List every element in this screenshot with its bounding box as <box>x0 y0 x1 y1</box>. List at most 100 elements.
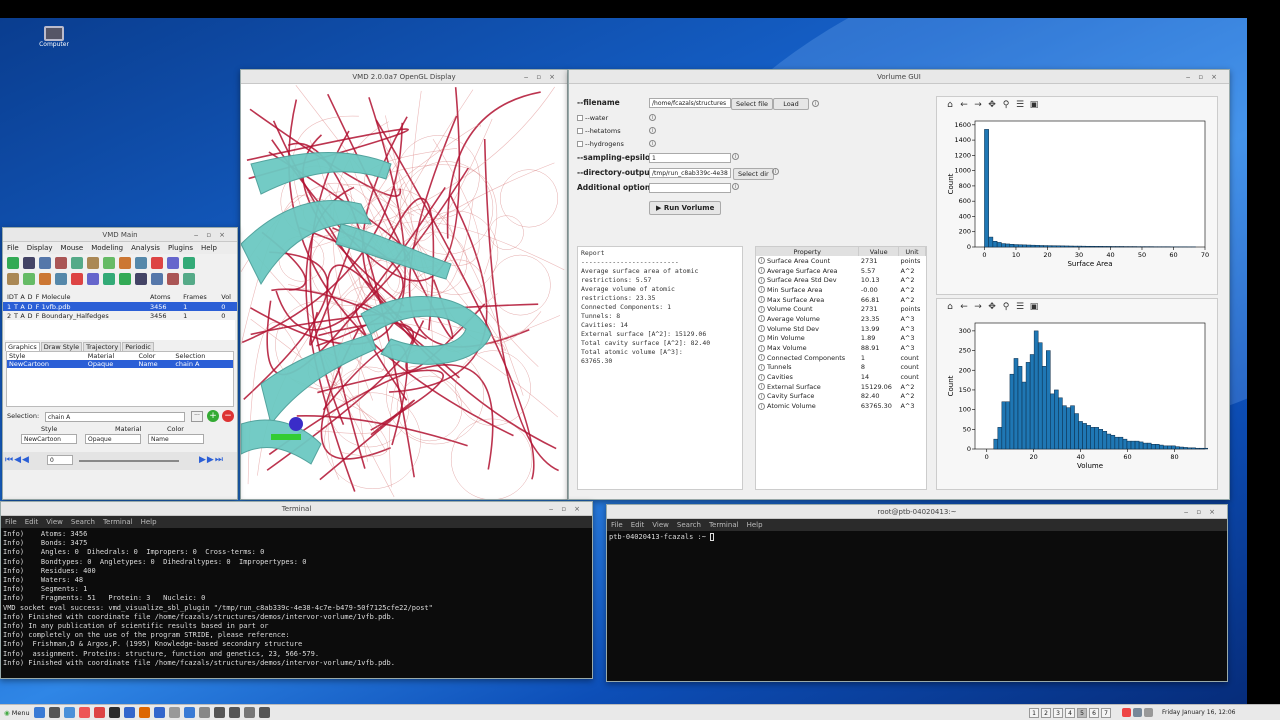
rep-row[interactable]: NewCartoon Opaque Name chain A <box>7 360 233 368</box>
tool-icon[interactable] <box>119 273 131 285</box>
info-icon[interactable]: i <box>758 363 765 371</box>
menu-item[interactable]: Search <box>71 518 95 526</box>
tool-icon[interactable] <box>23 257 35 269</box>
menu-item[interactable]: Search <box>677 521 701 529</box>
info-icon[interactable]: i <box>649 114 656 121</box>
app-launcher-icon[interactable] <box>258 707 270 718</box>
tool-icon[interactable] <box>39 257 51 269</box>
delete-rep-icon[interactable]: − <box>222 410 234 422</box>
play-icons[interactable]: ▶▶⏭ <box>199 455 224 465</box>
run-vorlume-button[interactable]: ▶ Run Vorlume <box>649 201 722 215</box>
window-controls[interactable]: ‒▫× <box>1184 505 1223 519</box>
info-icon[interactable]: i <box>758 354 765 362</box>
menu-item[interactable]: File <box>5 518 17 526</box>
tool-icon[interactable] <box>103 273 115 285</box>
select-dir-button[interactable]: Select dir <box>733 168 774 180</box>
info-icon[interactable]: i <box>758 267 765 275</box>
info-icon[interactable]: i <box>758 325 765 333</box>
menu-item[interactable]: Plugins <box>168 244 193 252</box>
info-icon[interactable]: i <box>649 127 656 134</box>
app-launcher-icon[interactable] <box>48 707 60 718</box>
tool-icon[interactable] <box>151 273 163 285</box>
app-launcher-icon[interactable] <box>138 707 150 718</box>
property-row[interactable]: i Volume Std Dev 13.99 A^3 <box>756 324 926 334</box>
configure-icon[interactable]: ☰ <box>1013 100 1027 110</box>
property-row[interactable]: i Average Volume 23.35 A^3 <box>756 314 926 324</box>
tab[interactable]: Periodic <box>122 342 154 351</box>
add-rep-icon[interactable]: + <box>207 410 219 422</box>
app-launcher-icon[interactable] <box>93 707 105 718</box>
home-icon[interactable]: ⌂ <box>943 302 957 312</box>
tool-icon[interactable] <box>167 257 179 269</box>
workspace-button[interactable]: 1 <box>1029 708 1039 718</box>
info-icon[interactable]: i <box>758 276 765 284</box>
pan-icon[interactable]: ✥ <box>985 100 999 110</box>
menu-item[interactable]: File <box>611 521 623 529</box>
property-row[interactable]: i Connected Components 1 count <box>756 353 926 363</box>
home-icon[interactable]: ⌂ <box>943 100 957 110</box>
app-launcher-icon[interactable] <box>198 707 210 718</box>
app-launcher-icon[interactable] <box>123 707 135 718</box>
property-row[interactable]: i Volume Count 2731 points <box>756 304 926 314</box>
directory-output-input[interactable]: /tmp/run_c8ab339c-4e38 <box>649 168 731 178</box>
tool-icon[interactable] <box>183 257 195 269</box>
forward-icon[interactable]: → <box>971 302 985 312</box>
menu-item[interactable]: Display <box>27 244 53 252</box>
workspace-button[interactable]: 5 <box>1077 708 1087 718</box>
property-header[interactable]: Property <box>756 247 860 256</box>
app-launcher-icon[interactable] <box>33 707 45 718</box>
window-controls[interactable]: ‒▫× <box>194 228 233 242</box>
app-launcher-icon[interactable] <box>183 707 195 718</box>
clock[interactable]: Friday January 16, 12:06 <box>1162 709 1236 716</box>
property-row[interactable]: i Surface Area Count 2731 points <box>756 256 926 266</box>
workspace-button[interactable]: 7 <box>1101 708 1111 718</box>
tool-icon[interactable] <box>7 257 19 269</box>
tool-icon[interactable] <box>119 257 131 269</box>
workspace-button[interactable]: 4 <box>1065 708 1075 718</box>
info-icon[interactable]: i <box>732 183 739 190</box>
zoom-icon[interactable]: ⚲ <box>999 302 1013 312</box>
tool-icon[interactable] <box>7 273 19 285</box>
molecule-canvas[interactable] <box>241 84 568 500</box>
load-button[interactable]: Load <box>773 98 809 110</box>
menu-item[interactable]: View <box>46 518 63 526</box>
tool-icon[interactable] <box>23 273 35 285</box>
info-icon[interactable]: i <box>758 315 765 323</box>
save-icon[interactable]: ▣ <box>1027 100 1041 110</box>
app-launcher-icon[interactable] <box>213 707 225 718</box>
info-icon[interactable]: i <box>772 168 779 175</box>
info-icon[interactable]: i <box>758 373 765 381</box>
info-icon[interactable]: i <box>758 392 765 400</box>
molecule-row[interactable]: 1 T A D F 1vfb.pdb 3456 1 0 <box>3 302 237 311</box>
frame-input[interactable]: 0 <box>47 455 73 465</box>
back-icon[interactable]: ← <box>957 302 971 312</box>
tab[interactable]: Graphics <box>5 342 40 351</box>
menu-item[interactable]: Edit <box>25 518 39 526</box>
color-select[interactable]: Name <box>148 434 204 444</box>
info-icon[interactable]: i <box>758 383 765 391</box>
tab[interactable]: Trajectory <box>83 342 122 351</box>
info-icon[interactable]: i <box>758 305 765 313</box>
property-row[interactable]: i Cavities 14 count <box>756 372 926 382</box>
start-menu-button[interactable]: ◉ Menu <box>4 709 30 717</box>
window-controls[interactable]: ‒▫× <box>549 502 588 516</box>
property-row[interactable]: i External Surface 15129.06 A^2 <box>756 382 926 392</box>
property-row[interactable]: i Min Surface Area -0.00 A^2 <box>756 285 926 295</box>
update-icon[interactable] <box>1122 708 1131 717</box>
terminal-output[interactable]: Info) Atoms: 3456 Info) Bonds: 3475 Info) … <box>1 528 592 678</box>
tool-icon[interactable] <box>71 257 83 269</box>
tool-icon[interactable] <box>167 273 179 285</box>
volume-icon[interactable] <box>1143 708 1153 717</box>
network-icon[interactable] <box>1132 708 1142 717</box>
back-icon[interactable]: ← <box>957 100 971 110</box>
terminal2-output[interactable]: ptb-04020413-fcazals :~ <box>607 531 1227 681</box>
tool-icon[interactable] <box>87 257 99 269</box>
frame-slider[interactable] <box>79 460 179 462</box>
property-row[interactable]: i Max Surface Area 66.81 A^2 <box>756 295 926 305</box>
property-row[interactable]: i Max Volume 88.91 A^3 <box>756 343 926 353</box>
menu-item[interactable]: Terminal <box>709 521 739 529</box>
computer-desktop-icon[interactable]: Computer <box>38 26 70 48</box>
property-row[interactable]: i Cavity Surface 82.40 A^2 <box>756 392 926 402</box>
selection-input[interactable]: chain A <box>45 412 185 422</box>
window-controls[interactable]: ‒▫× <box>1186 70 1225 84</box>
